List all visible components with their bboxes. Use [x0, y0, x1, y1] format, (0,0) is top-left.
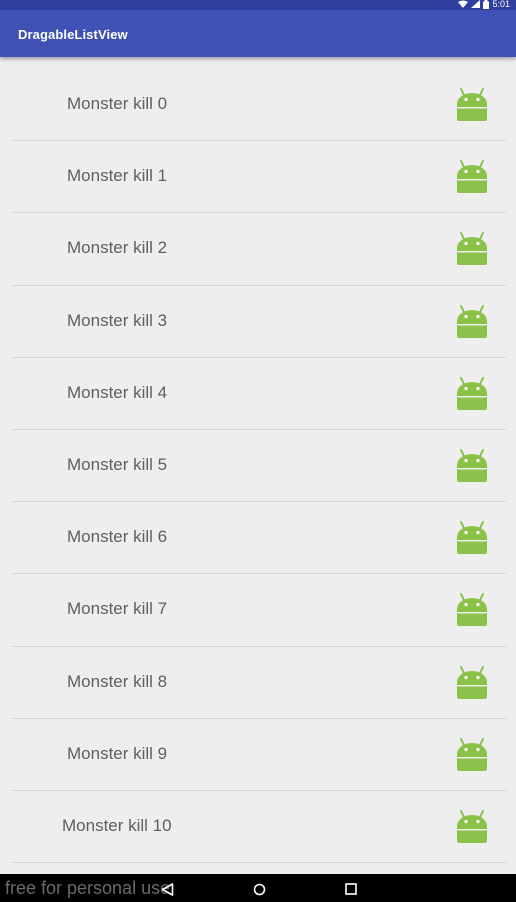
list-item[interactable]: Monster kill 7 — [0, 573, 516, 645]
list-item[interactable]: Monster kill 5 — [0, 429, 516, 501]
status-time: 5:01 — [492, 0, 510, 9]
list-item-label: Monster kill 9 — [67, 743, 168, 763]
list-item-label: Monster kill 6 — [67, 527, 168, 547]
android-icon — [456, 160, 488, 194]
list-item[interactable]: Monster kill 2 — [0, 212, 516, 284]
status-icons: 5:01 — [458, 0, 510, 9]
android-icon — [456, 449, 488, 482]
android-icon — [456, 665, 488, 699]
list-item-label: Monster kill 1 — [67, 166, 168, 186]
list-item[interactable]: Monster kill 4 — [0, 357, 516, 429]
list-item[interactable]: Monster kill 9 — [0, 718, 516, 790]
wifi-icon — [458, 0, 469, 8]
home-icon[interactable] — [253, 883, 266, 896]
list-item-label: Monster kill 10 — [62, 816, 172, 835]
back-icon[interactable] — [161, 883, 174, 896]
list-item[interactable]: Monster kill 8 — [0, 646, 516, 718]
list-item-label: Monster kill 5 — [67, 455, 168, 474]
list-item-label: Monster kill 3 — [67, 310, 168, 330]
android-icon — [456, 521, 488, 555]
list-item[interactable]: Monster kill 6 — [0, 501, 516, 573]
list-item-label: Monster kill 4 — [67, 382, 168, 402]
app-title: DragableListView — [18, 27, 128, 42]
list-item-label: Monster kill 2 — [67, 238, 168, 258]
list-item[interactable]: Monster kill 1 — [0, 140, 516, 212]
android-icon — [456, 88, 488, 121]
signal-icon — [471, 0, 481, 8]
recents-icon[interactable] — [345, 883, 357, 895]
list-item-label: Monster kill 7 — [67, 599, 168, 619]
android-icon — [456, 304, 488, 338]
watermark-text: free for personal use — [5, 878, 171, 898]
status-bar: 5:01 — [0, 0, 516, 10]
nav-bar: free for personal use — [0, 874, 516, 902]
android-icon — [456, 810, 488, 843]
list-item-label: Monster kill 0 — [67, 94, 168, 113]
android-icon — [456, 593, 488, 627]
list-item[interactable]: Monster kill 3 — [0, 285, 516, 357]
battery-icon — [483, 0, 490, 9]
list-item[interactable]: Monster kill 10 — [0, 790, 516, 862]
app-bar: DragableListView — [0, 10, 516, 57]
android-icon — [456, 232, 488, 266]
list-item-label: Monster kill 8 — [67, 671, 168, 691]
draggable-list[interactable]: Monster kill 0 Monster kill 1 Monster kill… — [0, 57, 516, 874]
list-divider — [12, 862, 506, 864]
list-item[interactable]: Monster kill 0 — [0, 68, 516, 140]
android-icon — [456, 376, 488, 410]
android-icon — [456, 737, 488, 771]
